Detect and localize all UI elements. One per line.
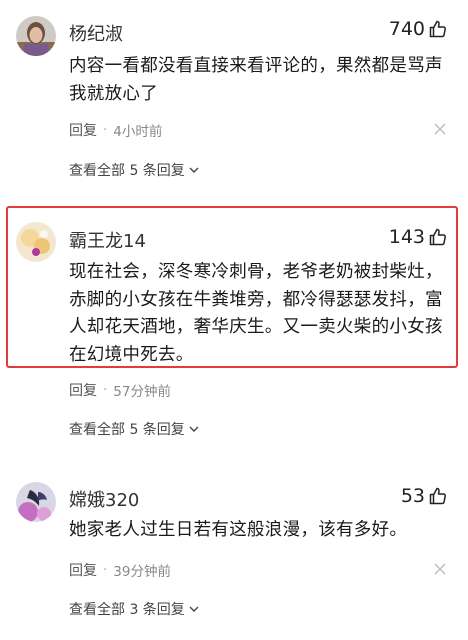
reply-button[interactable]: 回复 [69,120,97,140]
comment-text: 现在社会，深冬寒冷刺骨，老爷老奶被封柴灶， 赤脚的小女孩在牛粪堆旁，都冷得瑟瑟发… [69,262,443,365]
comment-meta: 回复 · 57分钟前 [69,380,171,400]
separator-dot: · [103,122,108,138]
username[interactable]: 霸王龙14 [69,227,146,253]
close-icon[interactable] [434,123,446,135]
like-button[interactable]: 143 [389,226,448,248]
view-all-replies-link[interactable]: 查看全部 5 条回复 [69,419,199,439]
comment-meta: 回复 · 39分钟前 [69,560,171,580]
like-count: 740 [388,18,425,40]
view-all-label: 查看全部 3 条回复 [69,602,185,618]
avatar[interactable] [16,16,56,56]
comment-time: 57分钟前 [113,384,171,400]
separator-dot: · [103,382,108,398]
reply-button[interactable]: 回复 [69,380,97,400]
reply-button[interactable]: 回复 [69,560,97,580]
view-all-replies-link[interactable]: 查看全部 3 条回复 [69,599,199,619]
view-all-label: 查看全部 5 条回复 [69,422,185,438]
chevron-down-icon [189,167,199,173]
like-button[interactable]: 53 [401,485,448,507]
comment-text: 她家老人过生日若有这般浪漫，该有多好。 [69,520,408,540]
avatar[interactable] [16,222,56,262]
view-all-replies-link[interactable]: 查看全部 5 条回复 [69,160,199,180]
chevron-down-icon [189,606,199,612]
comment-meta: 回复 · 4小时前 [69,120,162,140]
view-all-label: 查看全部 5 条回复 [69,163,185,179]
separator-dot: · [103,562,108,578]
comment-time: 39分钟前 [113,564,171,580]
like-count: 143 [388,226,425,248]
like-button[interactable]: 740 [389,18,448,40]
close-icon[interactable] [434,563,446,575]
thumbs-up-icon [429,20,446,38]
comment-text: 内容一看都没看直接来看评论的，果然都是骂声 我就放心了 [69,56,443,104]
chevron-down-icon [189,426,199,432]
comment-time: 4小时前 [113,124,163,140]
avatar[interactable] [16,482,56,522]
username[interactable]: 嫦娥320 [69,486,139,512]
thumbs-up-icon [429,487,446,505]
thumbs-up-icon [429,228,446,246]
like-count: 53 [400,485,425,507]
username[interactable]: 杨纪淑 [69,20,123,46]
comment-feed: 杨纪淑 740 内容一看都没看直接来看评论的，果然都是骂声 我就放心了 回复 ·… [0,0,468,640]
